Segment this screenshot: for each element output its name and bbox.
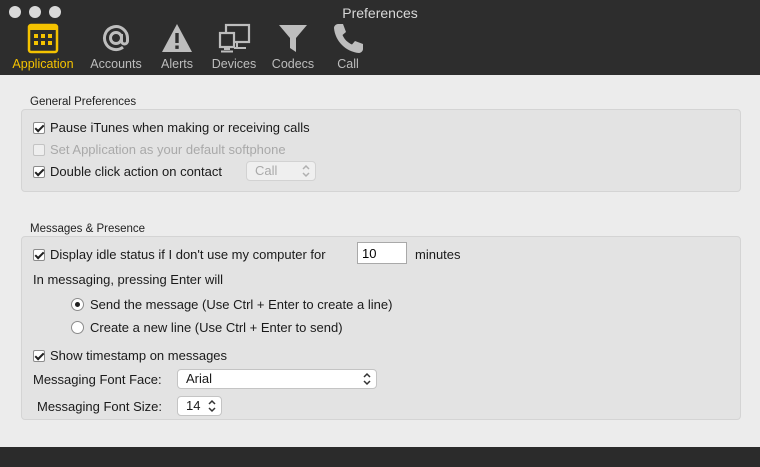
bottom-bar (0, 447, 760, 467)
monitor-devices-icon (218, 23, 251, 53)
window-title: Preferences (342, 5, 418, 21)
toolbar: Preferences Application Accounts Alerts … (0, 0, 760, 75)
timestamp-checkbox[interactable] (33, 349, 45, 362)
preferences-window: Preferences Application Accounts Alerts … (0, 0, 760, 467)
enter-newline-radio[interactable] (71, 321, 84, 334)
tab-accounts[interactable]: Accounts (84, 21, 148, 73)
font-size-value: 14 (186, 398, 201, 413)
default-softphone-row: Set Application as your default softphon… (33, 142, 286, 157)
default-softphone-label: Set Application as your default softphon… (50, 142, 286, 157)
chevron-updown-icon (363, 372, 371, 386)
double-click-row[interactable]: Double click action on contact (33, 164, 222, 179)
tab-devices-label: Devices (211, 57, 257, 71)
double-click-label: Double click action on contact (50, 164, 222, 179)
funnel-icon (279, 25, 307, 52)
double-click-action-select: Call (246, 161, 316, 181)
tab-alerts-label: Alerts (161, 57, 193, 71)
warning-triangle-icon (162, 24, 192, 52)
tab-application-label: Application (12, 57, 74, 71)
tab-accounts-label: Accounts (90, 57, 142, 71)
double-click-checkbox[interactable] (33, 165, 45, 178)
pause-itunes-label: Pause iTunes when making or receiving ca… (50, 120, 310, 135)
idle-status-label: Display idle status if I don't use my co… (50, 247, 326, 262)
pause-itunes-checkbox[interactable] (33, 121, 45, 134)
chevron-updown-icon (302, 164, 310, 178)
calendar-grid-icon (27, 23, 59, 54)
enter-newline-label: Create a new line (Use Ctrl + Enter to s… (90, 320, 343, 335)
tab-devices[interactable]: Devices (208, 21, 260, 73)
default-softphone-checkbox (33, 143, 45, 156)
tab-codecs-label: Codecs (271, 57, 315, 71)
chevron-updown-icon (208, 399, 216, 413)
timestamp-label: Show timestamp on messages (50, 348, 228, 363)
tab-alerts[interactable]: Alerts (154, 21, 200, 73)
idle-status-row[interactable]: Display idle status if I don't use my co… (33, 247, 326, 262)
font-face-label: Messaging Font Face: (33, 372, 162, 387)
messages-presence-title: Messages & Presence (30, 223, 146, 235)
pause-itunes-row[interactable]: Pause iTunes when making or receiving ca… (33, 120, 310, 135)
enter-send-label: Send the message (Use Ctrl + Enter to cr… (90, 297, 393, 312)
tab-codecs[interactable]: Codecs (266, 21, 320, 73)
enter-send-radio[interactable] (71, 298, 84, 311)
font-face-select[interactable]: Arial (177, 369, 377, 389)
preferences-content: General Preferences Pause iTunes when ma… (0, 75, 760, 447)
tab-call-label: Call (337, 57, 359, 71)
idle-status-checkbox[interactable] (33, 248, 45, 261)
font-size-label: Messaging Font Size: (37, 399, 163, 414)
double-click-action-value: Call (255, 163, 278, 178)
tab-call[interactable]: Call (328, 21, 368, 73)
general-preferences-title: General Preferences (30, 96, 137, 108)
at-sign-icon (103, 25, 129, 52)
enter-send-option[interactable]: Send the message (Use Ctrl + Enter to cr… (71, 297, 392, 312)
tab-application[interactable]: Application (6, 21, 80, 73)
enter-behavior-label: In messaging, pressing Enter will (33, 272, 224, 287)
phone-icon (334, 24, 363, 53)
timestamp-row[interactable]: Show timestamp on messages (33, 348, 227, 363)
font-size-select[interactable]: 14 (177, 396, 222, 416)
enter-newline-option[interactable]: Create a new line (Use Ctrl + Enter to s… (71, 320, 343, 335)
idle-minutes-input[interactable] (357, 242, 407, 264)
idle-minutes-suffix: minutes (415, 247, 461, 262)
font-face-value: Arial (186, 371, 213, 386)
